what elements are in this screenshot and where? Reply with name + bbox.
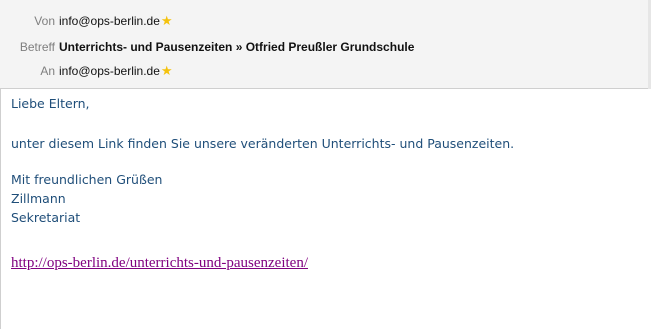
subject-row: Betreff Unterrichts- und Pausenzeiten » … (0, 37, 415, 57)
star-icon[interactable]: ★ (161, 64, 173, 77)
from-address[interactable]: info@ops-berlin.de (59, 14, 160, 28)
subject-text: Unterrichts- und Pausenzeiten » Otfried … (59, 40, 415, 54)
from-row: Von info@ops-berlin.de ★ (0, 11, 173, 31)
signature-department: Sekretariat (11, 210, 81, 225)
from-label: Von (34, 14, 55, 28)
greeting-text: Liebe Eltern, (11, 96, 90, 111)
email-header: Von info@ops-berlin.de ★ Betreff Unterri… (0, 0, 651, 89)
body-left-border (0, 89, 1, 329)
message-body: Liebe Eltern, unter diesem Link finden S… (11, 94, 641, 272)
star-icon[interactable]: ★ (161, 14, 173, 27)
timetable-link[interactable]: http://ops-berlin.de/unterrichts-und-pau… (11, 255, 308, 271)
to-row: An info@ops-berlin.de ★ (0, 61, 173, 81)
to-address[interactable]: info@ops-berlin.de (59, 64, 160, 78)
closing-text: Mit freundlichen Grüßen (11, 172, 163, 187)
to-label: An (40, 64, 55, 78)
body-line: unter diesem Link finden Sie unsere verä… (11, 136, 515, 151)
subject-label: Betreff (19, 40, 55, 54)
signature-name: Zillmann (11, 191, 66, 206)
